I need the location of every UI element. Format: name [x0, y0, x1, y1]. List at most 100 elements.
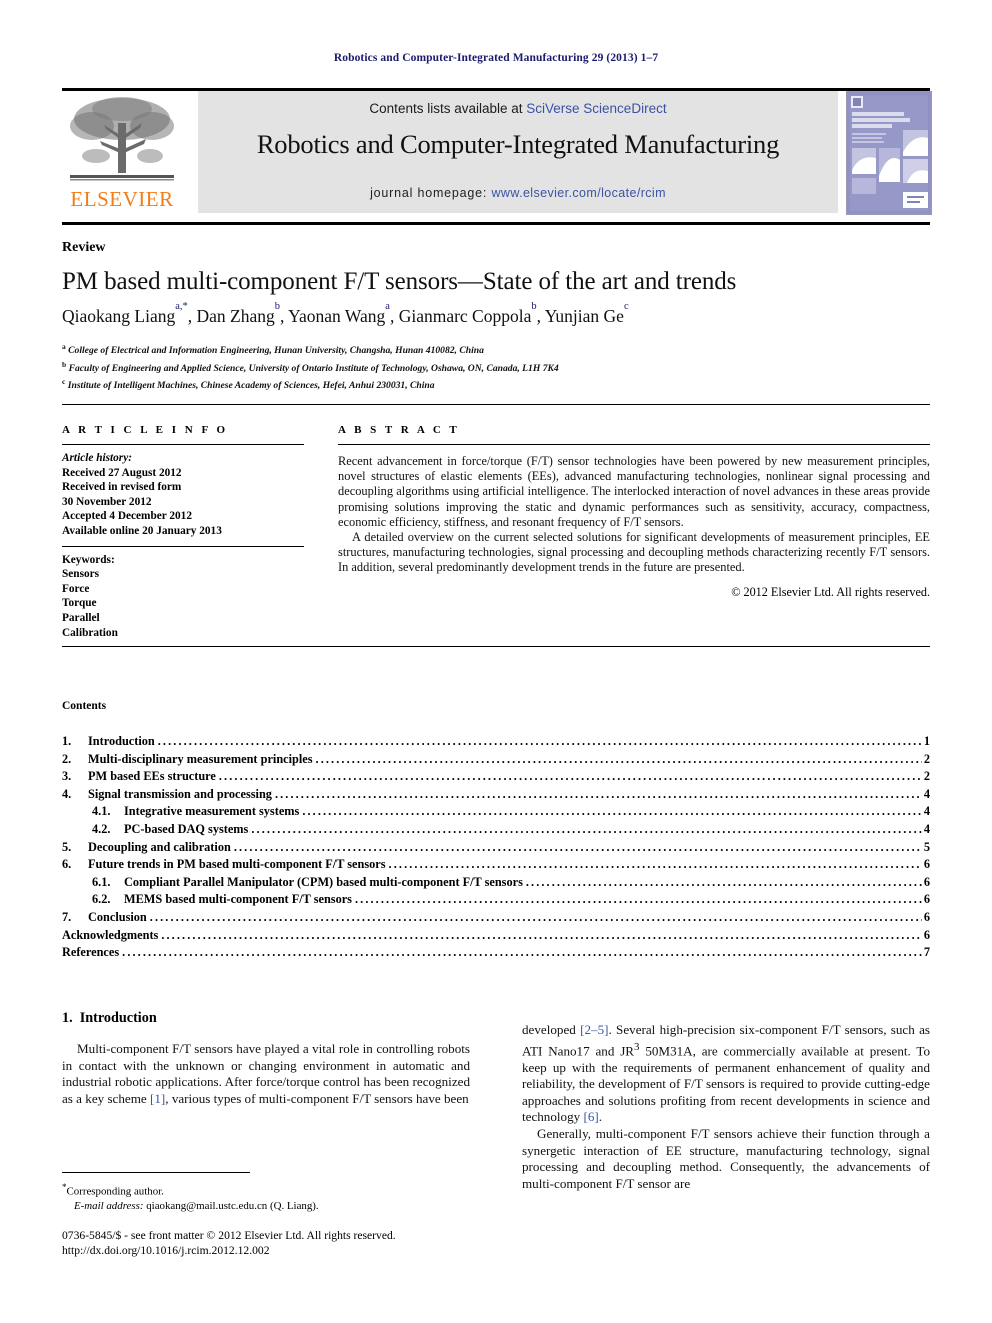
article-info-column: A R T I C L E I N F O Article history: R…: [62, 424, 304, 640]
toc-row[interactable]: 1. Introduction..........................…: [62, 733, 930, 751]
abstract-rule: [338, 444, 930, 445]
article-history: Article history: Received 27 August 2012…: [62, 451, 304, 539]
toc-label: References: [62, 945, 120, 960]
section-number: 1.: [62, 1010, 73, 1026]
toc-label: Integrative measurement systems: [124, 804, 300, 819]
toc-page-number: 4: [923, 821, 930, 836]
intro-paragraph-right-2: Generally, multi-component F/T sensors a…: [522, 1125, 930, 1191]
journal-cover-thumbnail[interactable]: [846, 91, 932, 215]
affiliation-2-text: Institute of Intelligent Machines, Chine…: [67, 380, 435, 392]
toc-number: 6.1.: [92, 874, 111, 889]
keyword-item: Force: [62, 582, 90, 595]
toc-row[interactable]: 4. Signal transmission and processing....…: [62, 786, 930, 804]
toc-row[interactable]: 6.1. Compliant Parallel Manipulator (CPM)…: [62, 874, 930, 892]
citation-ref-2[interactable]: [2–5]: [580, 1022, 608, 1037]
affiliation-0-mark: a: [62, 342, 66, 351]
abstract-paragraph: Recent advancement in force/torque (F/T)…: [338, 454, 930, 529]
author-4-marks: c: [623, 301, 629, 313]
article-history-item: Available online 20 January 2013: [62, 524, 222, 537]
contents-heading: Contents: [62, 700, 107, 712]
toc-number: 4.1.: [92, 804, 111, 819]
toc-label: Compliant Parallel Manipulator (CPM) bas…: [124, 874, 523, 889]
table-of-contents: 1. Introduction..........................…: [62, 733, 930, 962]
toc-label: Acknowledgments: [62, 927, 159, 942]
toc-page-number: 7: [923, 945, 930, 960]
intro-paragraph-right-1: developed [2–5]. Several high-precision …: [522, 1022, 930, 1192]
article-type-label: Review: [62, 240, 106, 255]
citation-ref-1[interactable]: [1]: [150, 1091, 165, 1106]
toc-number: 3.: [62, 769, 72, 784]
toc-page-number: 4: [923, 786, 930, 801]
elsevier-wordmark: ELSEVIER: [70, 187, 174, 211]
toc-page-number: 6: [923, 927, 930, 942]
article-info-heading: A R T I C L E I N F O: [62, 424, 229, 436]
author-2-marks: a: [385, 301, 390, 313]
toc-page-number: 5: [923, 839, 930, 854]
sciencedirect-link[interactable]: SciVerse ScienceDirect: [526, 101, 666, 116]
author-list: Qiaokang Lianga,*, Dan Zhangb, Yaonan Wa…: [62, 301, 629, 326]
abstract-heading: A B S T R A C T: [338, 424, 460, 436]
toc-label: Signal transmission and processing: [88, 786, 272, 801]
toc-leader-dots: ........................................…: [149, 909, 922, 924]
toc-page-number: 6: [923, 874, 930, 889]
toc-page-number: 1: [923, 734, 930, 748]
toc-label: Future trends in PM based multi-componen…: [88, 857, 386, 872]
homepage-prefix: journal homepage:: [370, 186, 492, 200]
toc-number: 4.2.: [92, 821, 111, 836]
toc-row[interactable]: Acknowledgments.........................…: [62, 927, 930, 945]
doi-line[interactable]: http://dx.doi.org/10.1016/j.rcim.2012.12…: [62, 1243, 522, 1258]
toc-leader-dots: ........................................…: [122, 945, 922, 960]
email-value[interactable]: qiaokang@mail.ustc.edu.cn (Q. Liang).: [146, 1200, 318, 1212]
homepage-url-link[interactable]: www.elsevier.com/locate/rcim: [491, 186, 665, 200]
affiliation-0-text: College of Electrical and Information En…: [68, 345, 484, 357]
section-heading: 1. Introduction: [62, 1010, 470, 1027]
author-0: Qiaokang Liang: [62, 306, 176, 326]
toc-row[interactable]: 6. Future trends in PM based multi-compon…: [62, 856, 930, 874]
toc-page-number: 6: [923, 909, 930, 924]
article-info-rule: [62, 444, 304, 445]
keyword-item: Calibration: [62, 626, 118, 639]
author-2: Yaonan Wang: [288, 306, 386, 326]
footnote-block: *Corresponding author. E-mail address: q…: [62, 1180, 482, 1214]
contents-lists-line: Contents lists available at SciVerse Sci…: [198, 101, 838, 116]
author-0-marks: a,*: [175, 301, 188, 313]
toc-leader-dots: ........................................…: [157, 734, 922, 748]
keywords-label: Keywords:: [62, 553, 115, 566]
toc-page-number: 6: [923, 892, 930, 907]
toc-row[interactable]: 4.2. PC-based DAQ systems................…: [62, 821, 930, 839]
keyword-item: Parallel: [62, 611, 100, 624]
journal-homepage-line: journal homepage: www.elsevier.com/locat…: [198, 186, 838, 200]
toc-row[interactable]: 6.2. MEMS based multi-component F/T senso…: [62, 891, 930, 909]
issn-line: 0736-5845/$ - see front matter © 2012 El…: [62, 1229, 396, 1242]
toc-leader-dots: ........................................…: [388, 857, 922, 872]
article-history-item: Received in revised form: [62, 481, 182, 494]
citation-ref-3[interactable]: [6]: [583, 1109, 598, 1124]
affiliation-list: a College of Electrical and Information …: [62, 340, 930, 393]
info-block-top-rule: [62, 404, 930, 405]
imprint-block: 0736-5845/$ - see front matter © 2012 El…: [62, 1228, 522, 1258]
introduction-left-column: 1. Introduction Multi-component F/T sens…: [62, 1010, 470, 1107]
toc-row[interactable]: References..............................…: [62, 944, 930, 962]
affiliation-row: b Faculty of Engineering and Applied Sci…: [62, 358, 930, 376]
toc-leader-dots: ........................................…: [302, 804, 922, 819]
toc-leader-dots: ........................................…: [233, 839, 922, 854]
article-history-item: 30 November 2012: [62, 495, 152, 508]
abstract-copyright: © 2012 Elsevier Ltd. All rights reserved…: [731, 584, 930, 599]
toc-number: 2.: [62, 751, 72, 766]
abstract-paragraph: A detailed overview on the current selec…: [338, 530, 930, 575]
toc-row[interactable]: 7. Conclusion............................…: [62, 909, 930, 927]
toc-row[interactable]: 3. PM based EEs structure................…: [62, 768, 930, 786]
toc-row[interactable]: 4.1. Integrative measurement systems.....…: [62, 803, 930, 821]
toc-row[interactable]: 2. Multi-disciplinary measurement princip…: [62, 751, 930, 769]
masthead-band: Contents lists available at SciVerse Sci…: [198, 91, 838, 213]
toc-page-number: 2: [923, 751, 930, 766]
elsevier-logo: ELSEVIER: [62, 91, 180, 213]
author-1: Dan Zhang: [196, 306, 275, 326]
author-4: Yunjian Ge: [544, 306, 624, 326]
toc-row[interactable]: 5. Decoupling and calibration............…: [62, 839, 930, 857]
toc-leader-dots: ........................................…: [315, 751, 922, 766]
toc-page-number: 2: [923, 769, 930, 784]
toc-number: 5.: [62, 839, 72, 854]
running-head: Robotics and Computer-Integrated Manufac…: [333, 52, 659, 64]
article-history-label: Article history:: [62, 452, 132, 464]
